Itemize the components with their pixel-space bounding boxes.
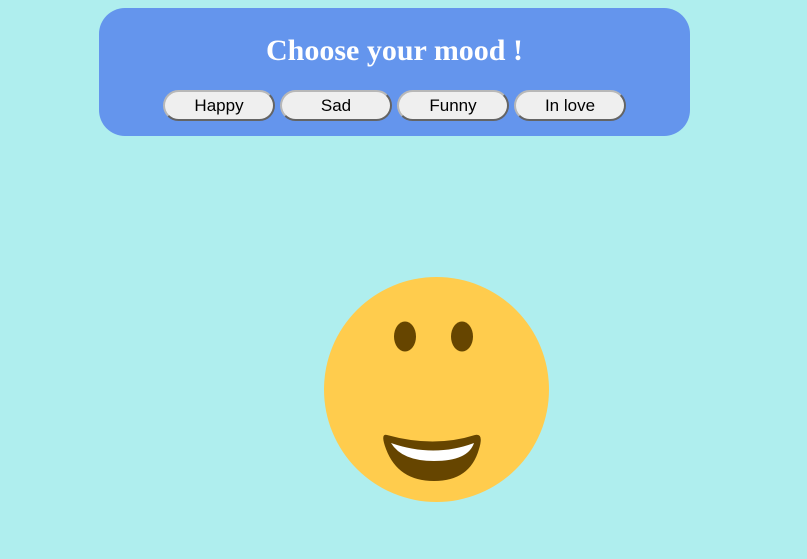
smiling-face-icon [324,277,549,502]
emoji-right-eye [451,321,473,352]
page-title: Choose your mood ! [266,34,523,67]
funny-button[interactable]: Funny [397,90,509,121]
mood-emoji [324,277,549,502]
happy-button[interactable]: Happy [163,90,275,121]
mood-header-panel: Choose your mood ! Happy Sad Funny In lo… [99,8,690,136]
sad-button[interactable]: Sad [280,90,392,121]
mood-button-group: Happy Sad Funny In love [99,90,690,121]
emoji-left-eye [394,321,416,352]
in-love-button[interactable]: In love [514,90,626,121]
